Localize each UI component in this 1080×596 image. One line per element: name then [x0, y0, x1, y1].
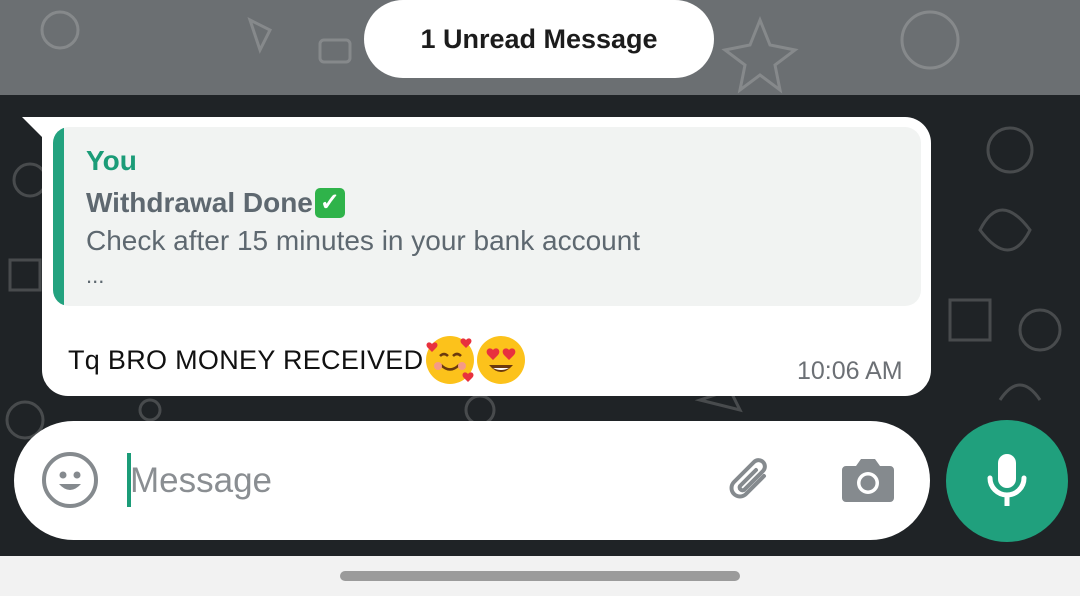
quote-accent-bar [53, 127, 64, 306]
bubble-tail [22, 117, 44, 139]
quoted-message[interactable]: You Withdrawal Done ✓ Check after 15 min… [53, 127, 921, 306]
message-input[interactable] [130, 455, 690, 507]
smiling-face-with-hearts-icon [426, 336, 475, 384]
unread-banner-label: 1 Unread Message [420, 23, 658, 54]
quote-author: You [86, 145, 137, 176]
unread-message-banner: 1 Unread Message [364, 0, 714, 78]
voice-message-button[interactable] [946, 420, 1068, 542]
quote-title-text: Withdrawal Done [86, 187, 313, 218]
paperclip-icon[interactable] [722, 452, 782, 512]
microphone-icon [987, 454, 1027, 506]
heart-eyes-icon [477, 336, 526, 384]
camera-icon[interactable] [840, 454, 896, 506]
quote-more: ... [86, 263, 105, 288]
message-text: Tq BRO MONEY RECEIVED [68, 344, 424, 375]
emoji-icon[interactable] [42, 452, 98, 508]
check-mark-button-icon: ✓ [314, 188, 345, 218]
message-text-row: Tq BRO MONEY RECEIVED [68, 336, 526, 384]
quote-body: Check after 15 minutes in your bank acco… [86, 225, 641, 256]
home-indicator[interactable] [340, 571, 740, 581]
quote-title: Withdrawal Done ✓ [86, 187, 345, 219]
message-timestamp: 10:06 AM [797, 357, 903, 385]
